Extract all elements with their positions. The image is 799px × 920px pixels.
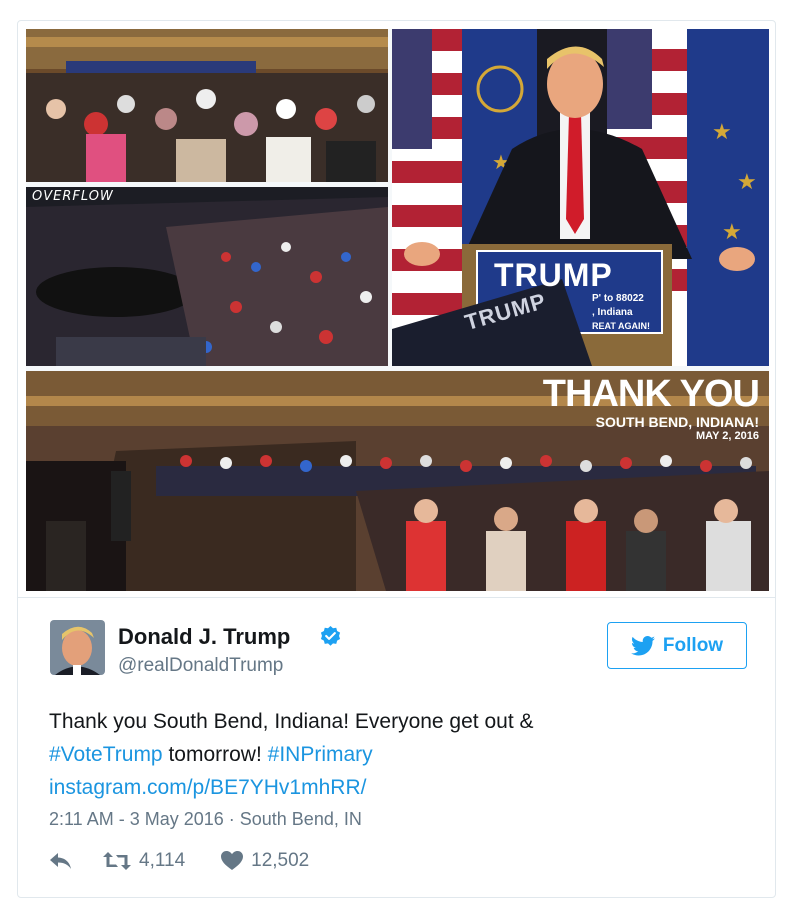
meta-separator: · [223,809,240,829]
arena-crowd-image [26,29,388,182]
tweet-text-part1: Thank you South Bend, Indiana! Everyone … [49,710,534,733]
podium-sign-sub3: REAT AGAIN! [592,321,650,331]
follow-button-label: Follow [662,634,724,656]
podium-sign-sub1: P' to 88022 [592,293,644,304]
overflow-room-image [26,187,388,366]
overflow-label: OVERFLOW [32,189,114,204]
tweet-link[interactable]: instagram.com/p/BE7YHv1mhRR/ [49,776,366,799]
heart-icon [221,851,244,870]
like-count: 12,502 [251,850,310,871]
twitter-bird-icon [630,635,655,655]
author-handle[interactable]: @realDonaldTrump [118,655,283,677]
follow-button[interactable]: Follow [607,622,747,669]
tweet-actions: 4,114 12,502 [49,849,309,873]
avatar[interactable] [50,620,105,675]
svg-text:★: ★ [722,219,742,244]
thank-you-location: SOUTH BEND, INDIANA! [595,414,759,430]
tweet-text: Thank you South Bend, Indiana! Everyone … [49,705,749,804]
verified-badge-icon [320,625,341,646]
retweet-button[interactable]: 4,114 [103,850,185,872]
photo-overflow-room[interactable]: OVERFLOW [26,187,388,366]
thank-you-heading: THANK YOU [542,373,760,415]
like-button[interactable]: 12,502 [221,850,309,872]
tweet-timestamp[interactable]: 2:11 AM - 3 May 2016 [49,809,224,829]
retweet-count: 4,114 [139,850,186,871]
podium-sign-sub2: , Indiana [592,307,633,318]
thank-you-date: MAY 2, 2016 [696,430,759,442]
reply-icon [50,853,71,869]
retweet-icon [103,852,131,870]
photo-speaker-podium[interactable]: ★ ★ ★ ★ TRUMP P' to 88022 , Indiana REAT… [392,29,769,366]
tweet-text-part2: tomorrow! [162,743,268,766]
reply-button[interactable] [49,852,73,870]
podium-sign-text: TRUMP [494,257,613,293]
card-divider [18,597,775,598]
photo-arena-crowd[interactable] [26,29,388,182]
svg-text:★: ★ [737,169,757,194]
photo-collage[interactable]: OVERFLOW ★ ★ ★ ★ TRUMP P' to 88022 , Ind… [26,29,769,591]
tweet-card: OVERFLOW ★ ★ ★ ★ TRUMP P' to 88022 , Ind… [17,20,776,898]
hashtag-votetrump[interactable]: #VoteTrump [49,743,163,766]
tweet-meta: 2:11 AM - 3 May 2016 · South Bend, IN [49,809,362,830]
tweet-place[interactable]: South Bend, IN [240,809,362,829]
hashtag-inprimary[interactable]: #INPrimary [268,743,373,766]
thank-you-overlay: THANK YOU SOUTH BEND, INDIANA! MAY 2, 20… [542,373,760,442]
svg-text:★: ★ [712,119,732,144]
photo-panorama-crowd[interactable]: THANK YOU SOUTH BEND, INDIANA! MAY 2, 20… [26,371,769,591]
speaker-podium-image: ★ ★ ★ ★ [392,29,769,366]
avatar-portrait-image [50,620,105,675]
indiana-flag-right: ★ ★ ★ [687,29,769,366]
author-name[interactable]: Donald J. Trump [118,624,290,650]
